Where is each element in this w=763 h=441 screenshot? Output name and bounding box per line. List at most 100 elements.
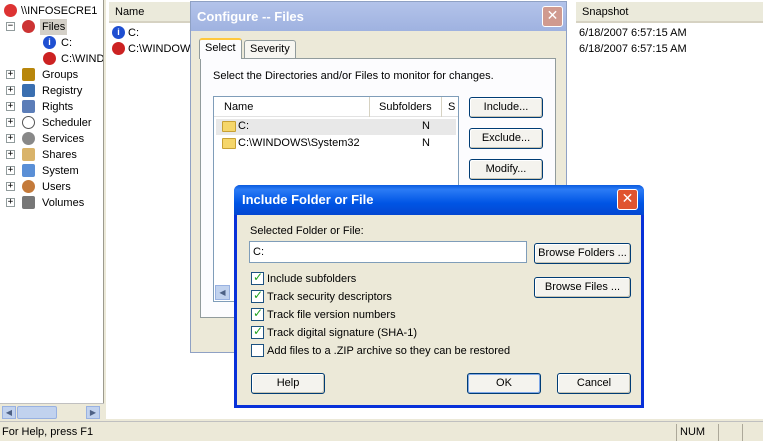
folder-icon [222,138,236,149]
registry-icon [22,84,35,97]
list-item[interactable]: i C: [112,25,202,41]
tree-item-label: Registry [42,85,83,97]
modify-button[interactable]: Modify... [469,159,543,180]
tree-item-registry[interactable]: + Registry [6,83,103,99]
column-header-name[interactable]: Name [109,2,197,23]
expand-icon[interactable]: + [6,182,15,191]
tree-item-rights[interactable]: + Rights [6,99,103,115]
tree-item-label: Groups [42,69,79,81]
close-icon[interactable]: ✕ [542,6,563,27]
tree-item-label: C: [61,37,72,49]
scroll-left-icon[interactable]: ◀ [2,406,16,419]
zip-archive-checkbox[interactable] [251,344,264,357]
tree-item-windows[interactable]: C:\WIND [43,51,103,67]
expand-icon[interactable]: + [6,134,15,143]
table-row[interactable]: C:\WINDOWS\System32 N [216,136,456,152]
include-button[interactable]: Include... [469,97,543,118]
expand-icon[interactable]: + [6,198,15,207]
check-icon: ✓ [253,306,264,320]
tree-item-users[interactable]: + Users [6,179,103,195]
row-name: C:\WINDOWS\System32 [238,137,360,149]
expand-icon[interactable]: + [6,118,15,127]
list-item-name: C:\WINDOW [128,43,191,55]
computer-icon [4,4,17,17]
tree-item-label: Files [40,19,68,35]
check-icon: ✓ [253,288,264,302]
size-grip-icon[interactable] [742,424,763,441]
collapse-icon[interactable]: − [6,22,15,31]
expand-icon[interactable]: + [6,70,15,79]
share-icon [22,148,35,161]
rights-icon [22,100,35,113]
check-icon: ✓ [253,324,264,338]
info-icon: i [43,36,56,49]
column-header-name[interactable]: Name [224,101,253,113]
table-row[interactable]: C: N [216,119,456,135]
tree-item-system[interactable]: + System [6,163,103,179]
status-pane [718,424,740,441]
tree-item-c[interactable]: i C: [43,35,103,51]
expand-icon[interactable]: + [6,166,15,175]
tree-item-shares[interactable]: + Shares [6,147,103,163]
list-item-snapshot: 6/18/2007 6:57:15 AM [579,43,687,55]
users-icon [22,180,35,193]
tab-select[interactable]: Select [199,38,242,59]
list-item[interactable]: C:\WINDOW [112,41,202,57]
browse-files-button[interactable]: Browse Files ... [534,277,631,298]
tree-item-services[interactable]: + Services [6,131,103,147]
track-signature-checkbox[interactable]: ✓ [251,324,264,339]
info-icon: i [112,26,125,39]
tree-item-label: System [42,165,79,177]
tree-item-label: Users [42,181,71,193]
include-dialog-title: Include Folder or File [234,185,644,215]
track-version-checkbox[interactable]: ✓ [251,306,264,321]
column-header-subfolders[interactable]: Subfolders [379,101,432,113]
column-header-snapshot[interactable]: Snapshot [576,2,763,23]
status-help-text: For Help, press F1 [2,426,94,438]
track-security-checkbox[interactable]: ✓ [251,288,264,303]
tree-item-groups[interactable]: + Groups [6,67,103,83]
scroll-right-icon[interactable]: ▶ [86,406,100,419]
scroll-left-icon[interactable]: ◀ [215,285,230,300]
scroll-thumb[interactable] [17,406,57,419]
row-subfolders: N [422,137,430,149]
tree-root[interactable]: \\INFOSECRE1 [4,3,103,19]
status-bar: For Help, press F1 NUM [0,421,763,441]
files-icon [22,20,35,33]
checkbox-label: Track security descriptors [267,291,392,303]
gear-icon [22,132,35,145]
ok-button[interactable]: OK [467,373,541,394]
expand-icon[interactable]: + [6,102,15,111]
cancel-button[interactable]: Cancel [557,373,631,394]
checkbox-label: Include subfolders [267,273,357,285]
browse-folders-button[interactable]: Browse Folders ... [534,243,631,264]
field-label: Selected Folder or File: [250,225,364,237]
tree-item-label: Shares [42,149,77,161]
include-dialog[interactable]: Include Folder or File ✕ Selected Folder… [234,185,644,408]
tree-item-volumes[interactable]: + Volumes [6,195,103,211]
tree-pane[interactable]: \\INFOSECRE1 − Files i C: C:\WIND + Grou… [0,0,104,403]
folder-icon [222,121,236,132]
stop-icon [112,42,125,55]
exclude-button[interactable]: Exclude... [469,128,543,149]
column-header-s[interactable]: S [448,101,455,113]
instruction-text: Select the Directories and/or Files to m… [213,70,494,82]
num-lock-indicator: NUM [676,424,716,441]
row-name: C: [238,120,249,132]
list-item-snapshot: 6/18/2007 6:57:15 AM [579,27,687,39]
tree-item-label: Rights [42,101,74,113]
stop-icon [43,52,56,65]
folder-path-input[interactable]: C: [249,241,527,263]
expand-icon[interactable]: + [6,150,15,159]
close-icon[interactable]: ✕ [617,189,638,210]
check-icon: ✓ [253,270,264,284]
tree-horizontal-scrollbar[interactable]: ◀ ▶ [0,403,104,419]
tab-severity[interactable]: Severity [244,40,296,59]
tree-item-files[interactable]: − Files [6,19,103,35]
help-button[interactable]: Help [251,373,325,394]
expand-icon[interactable]: + [6,86,15,95]
tree-item-label: Services [42,133,85,145]
tree-item-scheduler[interactable]: + Scheduler [6,115,103,131]
system-icon [22,164,35,177]
include-subfolders-checkbox[interactable]: ✓ [251,270,264,285]
